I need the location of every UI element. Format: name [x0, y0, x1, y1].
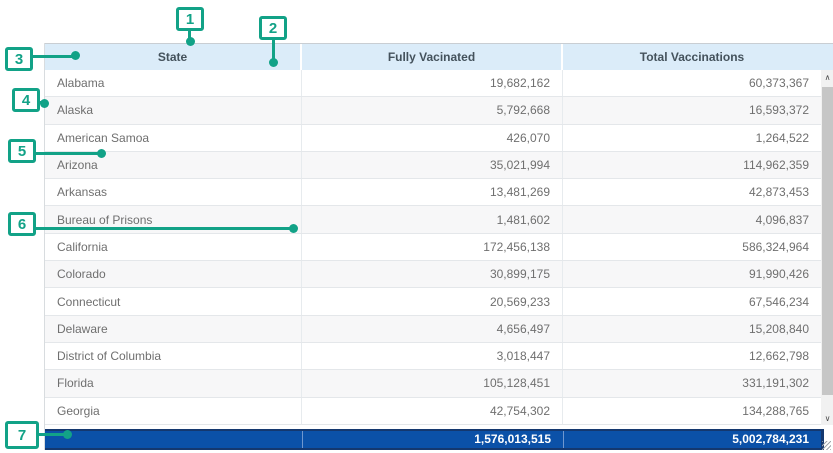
- cell-total-vaccinations: 134,288,765: [563, 398, 821, 424]
- cell-state: American Samoa: [45, 125, 302, 151]
- table-row[interactable]: Florida105,128,451331,191,302: [45, 370, 821, 397]
- cell-state: Arkansas: [45, 179, 302, 205]
- cell-state: Bureau of Prisons: [45, 206, 302, 232]
- column-header-state[interactable]: State: [45, 44, 302, 70]
- cell-total-vaccinations: 60,373,367: [563, 70, 821, 96]
- cell-total-vaccinations: 4,096,837: [563, 206, 821, 232]
- cell-total-vaccinations: 586,324,964: [563, 234, 821, 260]
- totals-total-vaccinations: 5,002,784,231: [563, 431, 821, 448]
- cell-state: Georgia: [45, 398, 302, 424]
- table-row[interactable]: Alabama19,682,16260,373,367: [45, 70, 821, 97]
- cell-total-vaccinations: 42,873,453: [563, 179, 821, 205]
- cell-state: District of Columbia: [45, 343, 302, 369]
- cell-total-vaccinations: 12,662,798: [563, 343, 821, 369]
- cell-state: Delaware: [45, 316, 302, 342]
- cell-state: California: [45, 234, 302, 260]
- cell-fully-vaccinated: 5,792,668: [302, 97, 563, 123]
- table-row[interactable]: Georgia42,754,302134,288,765: [45, 398, 821, 425]
- table-row[interactable]: Delaware4,656,49715,208,840: [45, 316, 821, 343]
- scroll-down-icon[interactable]: ∨: [821, 411, 833, 425]
- callout-number-box: 4: [12, 88, 40, 112]
- page: State Fully Vacinated Total Vaccinations…: [0, 0, 833, 453]
- data-table: State Fully Vacinated Total Vaccinations…: [44, 43, 833, 450]
- cell-fully-vaccinated: 42,754,302: [302, 398, 563, 424]
- cell-state: Colorado: [45, 261, 302, 287]
- cell-total-vaccinations: 91,990,426: [563, 261, 821, 287]
- cell-fully-vaccinated: 19,682,162: [302, 70, 563, 96]
- table-header: State Fully Vacinated Total Vaccinations: [45, 43, 833, 70]
- cell-fully-vaccinated: 172,456,138: [302, 234, 563, 260]
- scrollbar-thumb[interactable]: [822, 87, 833, 395]
- cell-total-vaccinations: 16,593,372: [563, 97, 821, 123]
- totals-state-cell: [45, 431, 302, 448]
- table-row[interactable]: Arkansas13,481,26942,873,453: [45, 179, 821, 206]
- totals-row: 1,576,013,515 5,002,784,231: [45, 429, 824, 450]
- callout-number-box: 3: [5, 47, 33, 71]
- callout-stem: [188, 30, 191, 39]
- cell-fully-vaccinated: 13,481,269: [302, 179, 563, 205]
- column-header-filler: [821, 44, 833, 70]
- cell-state: Connecticut: [45, 288, 302, 314]
- callout-number-box: 1: [176, 7, 204, 31]
- cell-state: Alaska: [45, 97, 302, 123]
- cell-fully-vaccinated: 1,481,602: [302, 206, 563, 232]
- table-row[interactable]: Alaska5,792,66816,593,372: [45, 97, 821, 124]
- table-body: Alabama19,682,16260,373,367Alaska5,792,6…: [45, 70, 821, 425]
- cell-total-vaccinations: 67,546,234: [563, 288, 821, 314]
- cell-total-vaccinations: 1,264,522: [563, 125, 821, 151]
- table-row[interactable]: Arizona35,021,994114,962,359: [45, 152, 821, 179]
- table-row[interactable]: Bureau of Prisons1,481,6024,096,837: [45, 206, 821, 233]
- cell-total-vaccinations: 15,208,840: [563, 316, 821, 342]
- cell-fully-vaccinated: 105,128,451: [302, 370, 563, 396]
- callout-number-box: 6: [8, 212, 36, 236]
- table-row[interactable]: District of Columbia3,018,44712,662,798: [45, 343, 821, 370]
- column-header-fully-vaccinated[interactable]: Fully Vacinated: [302, 44, 563, 70]
- cell-state: Arizona: [45, 152, 302, 178]
- vertical-scrollbar[interactable]: ∧ ∨: [821, 70, 833, 425]
- cell-fully-vaccinated: 3,018,447: [302, 343, 563, 369]
- table-row[interactable]: American Samoa426,0701,264,522: [45, 125, 821, 152]
- cell-state: Alabama: [45, 70, 302, 96]
- column-header-total-vaccinations[interactable]: Total Vaccinations: [563, 44, 821, 70]
- callout-number-box: 2: [259, 16, 287, 40]
- cell-fully-vaccinated: 20,569,233: [302, 288, 563, 314]
- cell-state: Florida: [45, 370, 302, 396]
- table-row[interactable]: California172,456,138586,324,964: [45, 234, 821, 261]
- cell-total-vaccinations: 114,962,359: [563, 152, 821, 178]
- callout-number-box: 5: [8, 139, 36, 163]
- scroll-up-icon[interactable]: ∧: [821, 70, 833, 84]
- table-row[interactable]: Connecticut20,569,23367,546,234: [45, 288, 821, 315]
- totals-fully-vaccinated: 1,576,013,515: [302, 431, 563, 448]
- cell-fully-vaccinated: 4,656,497: [302, 316, 563, 342]
- cell-fully-vaccinated: 426,070: [302, 125, 563, 151]
- cell-total-vaccinations: 331,191,302: [563, 370, 821, 396]
- resize-grip-icon[interactable]: [822, 441, 831, 450]
- cell-fully-vaccinated: 35,021,994: [302, 152, 563, 178]
- table-row[interactable]: Colorado30,899,17591,990,426: [45, 261, 821, 288]
- cell-fully-vaccinated: 30,899,175: [302, 261, 563, 287]
- callout-number-box: 7: [5, 421, 39, 449]
